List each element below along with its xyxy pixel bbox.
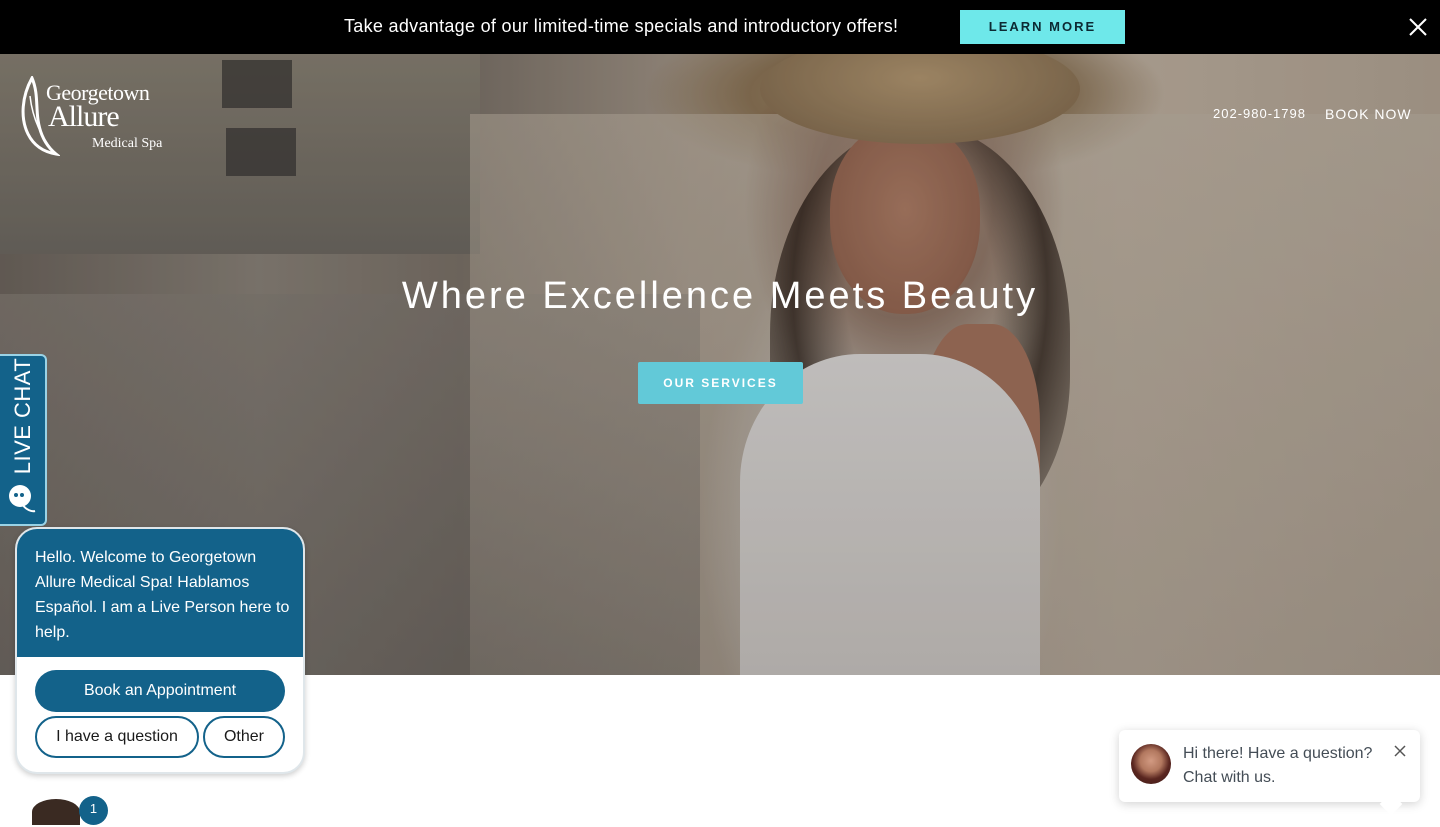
chat-welcome-message: Hello. Welcome to Georgetown Allure Medi…	[35, 549, 290, 641]
our-services-button[interactable]: OUR SERVICES	[638, 362, 803, 404]
live-chat-tab-label: LIVE CHAT	[10, 357, 35, 475]
chat-prompt[interactable]: Hi there! Have a question? Chat with us.	[1119, 730, 1420, 816]
book-now-link[interactable]: BOOK NOW	[1325, 106, 1412, 122]
chat-prompt-text: Hi there! Have a question? Chat with us.	[1183, 745, 1373, 786]
chat-header: Hello. Welcome to Georgetown Allure Medi…	[17, 529, 303, 657]
chat-widget: Hello. Welcome to Georgetown Allure Medi…	[15, 527, 305, 774]
agent-avatar	[1131, 744, 1171, 784]
have-question-button[interactable]: I have a question	[35, 716, 199, 758]
promo-text: Take advantage of our limited-time speci…	[344, 16, 899, 36]
site-logo[interactable]: Georgetown Allure Medical Spa	[18, 76, 178, 156]
chat-bubble-icon	[9, 485, 36, 513]
learn-more-button[interactable]: LEARN MORE	[960, 10, 1125, 44]
book-appointment-button[interactable]: Book an Appointment	[35, 670, 285, 712]
promo-bar: Take advantage of our limited-time speci…	[0, 0, 1440, 54]
logo-text-medical-spa: Medical Spa	[92, 136, 163, 151]
hero-title: Where Excellence Meets Beauty	[401, 275, 1039, 317]
phone-link[interactable]: 202-980-1798	[1213, 106, 1306, 121]
close-icon[interactable]	[1391, 742, 1409, 760]
other-button[interactable]: Other	[203, 716, 285, 758]
live-chat-tab[interactable]: LIVE CHAT	[0, 354, 47, 526]
logo-text-allure: Allure	[48, 100, 120, 133]
unread-badge: 1	[79, 796, 108, 825]
chat-prompt-tail	[1379, 792, 1403, 816]
close-icon[interactable]	[1405, 14, 1431, 40]
agent-avatar[interactable]	[30, 797, 82, 827]
